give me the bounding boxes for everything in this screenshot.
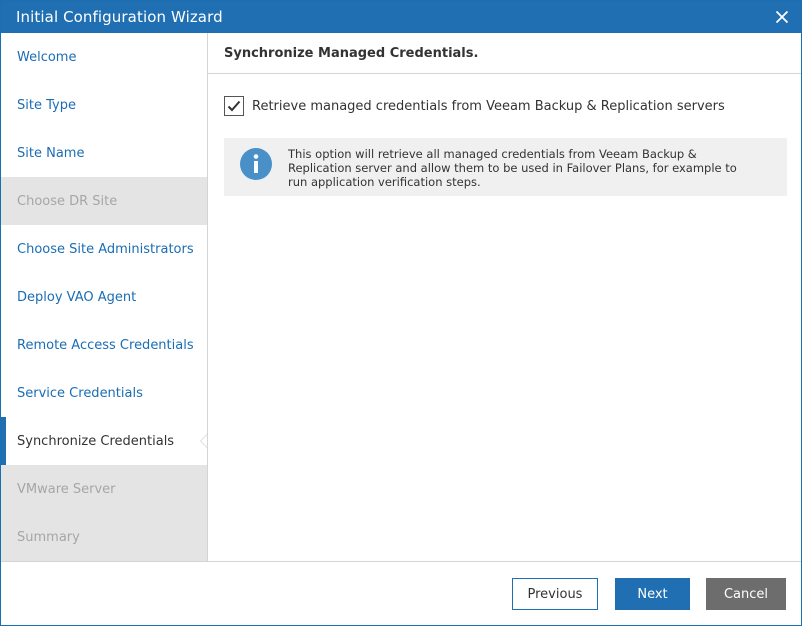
- step-label: Site Name: [17, 145, 85, 161]
- step-label: Choose Site Administrators: [17, 241, 194, 257]
- step-site-name[interactable]: Site Name: [1, 129, 207, 177]
- step-label: Site Type: [17, 97, 76, 113]
- cancel-button[interactable]: Cancel: [706, 578, 786, 610]
- step-label: Remote Access Credentials: [17, 337, 194, 353]
- step-title: Synchronize Managed Credentials.: [224, 46, 479, 61]
- step-vmware-server: VMware Server: [1, 465, 207, 513]
- info-icon: [240, 148, 272, 180]
- footer-divider: [1, 561, 801, 562]
- step-site-type[interactable]: Site Type: [1, 81, 207, 129]
- sidebar-divider: [207, 33, 208, 561]
- retrieve-credentials-option: Retrieve managed credentials from Veeam …: [224, 96, 725, 116]
- active-step-indicator: [1, 417, 6, 465]
- step-label: Choose DR Site: [17, 193, 118, 209]
- close-icon: [775, 10, 789, 24]
- close-button[interactable]: [769, 5, 795, 29]
- retrieve-credentials-checkbox[interactable]: [224, 96, 244, 116]
- wizard-steps-sidebar: Welcome Site Type Site Name Choose DR Si…: [1, 33, 208, 561]
- checkmark-icon: [227, 100, 241, 112]
- step-choose-site-administrators[interactable]: Choose Site Administrators: [1, 225, 207, 273]
- step-header: Synchronize Managed Credentials.: [208, 33, 801, 74]
- step-remote-access-credentials[interactable]: Remote Access Credentials: [1, 321, 207, 369]
- window-title: Initial Configuration Wizard: [16, 8, 223, 26]
- step-summary: Summary: [1, 513, 207, 561]
- retrieve-credentials-label[interactable]: Retrieve managed credentials from Veeam …: [252, 99, 725, 114]
- title-bar: Initial Configuration Wizard: [1, 1, 801, 33]
- step-label: Synchronize Credentials: [17, 433, 175, 449]
- step-service-credentials[interactable]: Service Credentials: [1, 369, 207, 417]
- step-label: Summary: [17, 529, 80, 545]
- info-text: This option will retrieve all managed cr…: [288, 147, 737, 189]
- step-deploy-vao-agent[interactable]: Deploy VAO Agent: [1, 273, 207, 321]
- info-box: This option will retrieve all managed cr…: [224, 138, 787, 196]
- wizard-window: Initial Configuration Wizard Welcome Sit…: [0, 0, 802, 626]
- step-label: Deploy VAO Agent: [17, 289, 137, 305]
- step-label: Service Credentials: [17, 385, 143, 401]
- next-button[interactable]: Next: [615, 578, 690, 610]
- step-choose-dr-site: Choose DR Site: [1, 177, 207, 225]
- step-synchronize-credentials[interactable]: Synchronize Credentials: [1, 417, 208, 465]
- previous-button[interactable]: Previous: [512, 578, 598, 610]
- step-label: VMware Server: [17, 481, 116, 497]
- step-label: Welcome: [17, 49, 77, 65]
- step-welcome[interactable]: Welcome: [1, 33, 207, 81]
